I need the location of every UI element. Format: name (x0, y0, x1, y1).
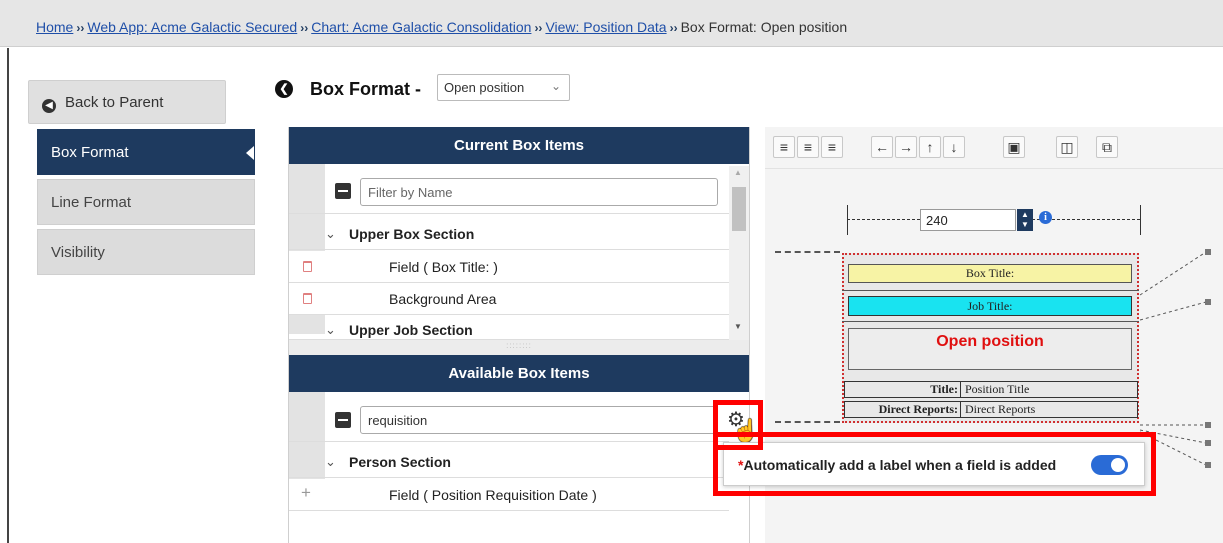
connector-handle[interactable] (1205, 249, 1211, 255)
arrow-up-icon[interactable]: ↑ (919, 136, 941, 158)
list-item[interactable]: ⌄ Person Section (289, 446, 729, 478)
collapse-all-icon[interactable] (335, 183, 351, 199)
list-item[interactable]: ⌄ Upper Box Section (289, 218, 729, 250)
width-spinner[interactable]: ▲ ▼ (1017, 209, 1033, 231)
breadcrumb: Home ›› Web App: Acme Galactic Secured ›› Ch… (0, 0, 1223, 47)
sidebar-item-line-format[interactable]: Line Format (37, 179, 255, 225)
fit-box-icon[interactable]: ▣ (1003, 136, 1025, 158)
field-label: Direct Reports: (845, 402, 961, 417)
item-label: Field ( Box Title: ) (389, 259, 498, 275)
box-format-select-value: Open position (444, 80, 525, 95)
direct-reports-field-row[interactable]: Direct Reports: Direct Reports (844, 401, 1138, 418)
sidebar-item-label: Visibility (51, 244, 105, 261)
arrow-down-icon[interactable]: ↓ (943, 136, 965, 158)
field-value: Position Title (965, 382, 1030, 396)
available-filter-input[interactable]: requisition (360, 406, 718, 434)
page-title: Box Format - (310, 79, 422, 99)
connector-line (775, 251, 840, 253)
delete-icon[interactable]: ◫ (1056, 136, 1078, 158)
left-border (7, 48, 9, 543)
connector-line (775, 421, 840, 423)
chevron-down-icon: ⌄ (325, 226, 336, 241)
box-title-field[interactable]: Box Title: (848, 264, 1132, 283)
item-label: Field ( Position Requisition Date ) (389, 487, 597, 503)
breadcrumb-current: Box Format: Open position (680, 19, 848, 35)
list-item[interactable]: ⌄ Upper Job Section (289, 314, 729, 340)
connector-handle[interactable] (1205, 299, 1211, 305)
open-position-label[interactable]: Open position (848, 328, 1132, 370)
sidebar-item-label: Line Format (51, 194, 132, 211)
job-title-field[interactable]: Job Title: (848, 296, 1132, 316)
breadcrumb-view-link[interactable]: View: Position Data (545, 19, 666, 35)
title-field-row[interactable]: Title: Position Title (844, 381, 1138, 398)
highlight-popup (713, 432, 1156, 496)
scrollbar-thumb[interactable] (732, 187, 746, 231)
sidebar-item-visibility[interactable]: Visibility (37, 229, 255, 275)
chevron-down-icon: ⌄ (325, 454, 336, 469)
info-icon[interactable]: i (1039, 211, 1052, 224)
list-item[interactable]: Field ( Box Title: ) (289, 251, 729, 283)
connector-handle[interactable] (1205, 440, 1211, 446)
arrow-left-icon[interactable]: ← (871, 136, 893, 158)
align-left-icon[interactable]: ≡ (773, 136, 795, 158)
breadcrumb-chart-link[interactable]: Chart: Acme Galactic Consolidation (311, 19, 531, 35)
breadcrumb-separator: ›› (534, 21, 543, 35)
chevron-left-icon[interactable]: ❮ (275, 80, 293, 98)
back-to-parent-button[interactable]: ◀ Back to Parent (28, 80, 226, 124)
section-label: Upper Job Section (349, 322, 473, 338)
chevron-down-icon: ⌄ (550, 79, 561, 93)
arrow-right-icon[interactable]: → (895, 136, 917, 158)
breadcrumb-separator: ›› (300, 21, 309, 35)
plus-icon[interactable]: + (301, 483, 311, 503)
section-label: Person Section (349, 454, 451, 470)
scroll-down-icon[interactable]: ▼ (734, 322, 742, 331)
list-item[interactable]: Background Area (289, 283, 729, 315)
box-width-input[interactable]: 240 (920, 209, 1016, 231)
trash-icon[interactable] (303, 293, 312, 304)
breadcrumb-separator: ›› (76, 21, 85, 35)
breadcrumb-home-link[interactable]: Home (36, 19, 73, 35)
copy-icon[interactable]: ⧉ (1096, 136, 1118, 158)
align-center-icon[interactable]: ≡ (797, 136, 819, 158)
item-label: Background Area (389, 291, 497, 307)
connector-handle[interactable] (1205, 462, 1211, 468)
width-guide-tick (847, 205, 848, 235)
box-format-select[interactable]: Open position ⌄ (437, 74, 570, 101)
sidebar-item-label: Box Format (51, 144, 129, 161)
breadcrumb-web-app-link[interactable]: Web App: Acme Galactic Secured (87, 19, 297, 35)
list-item[interactable]: + Field ( Position Requisition Date ) (289, 479, 729, 511)
current-filter-input[interactable]: Filter by Name (360, 178, 718, 206)
field-value: Direct Reports (965, 402, 1036, 416)
align-right-icon[interactable]: ≡ (821, 136, 843, 158)
width-guide-tick (1140, 205, 1141, 235)
chevron-down-icon: ⌄ (325, 322, 336, 337)
back-arrow-icon: ◀ (42, 99, 56, 113)
breadcrumb-separator: ›› (669, 21, 678, 35)
connector-handle[interactable] (1205, 422, 1211, 428)
section-label: Upper Box Section (349, 226, 475, 242)
sidebar-item-box-format[interactable]: Box Format (37, 129, 255, 175)
current-box-items-header: Current Box Items (289, 127, 749, 164)
back-to-parent-label: Back to Parent (65, 94, 164, 111)
scroll-up-icon[interactable]: ▲ (734, 168, 742, 177)
trash-icon[interactable] (303, 261, 312, 272)
collapse-all-icon[interactable] (335, 412, 351, 428)
panel-splitter[interactable]: :::::::: (289, 340, 749, 356)
available-box-items-header: Available Box Items (289, 355, 749, 392)
field-label: Title: (845, 382, 961, 397)
